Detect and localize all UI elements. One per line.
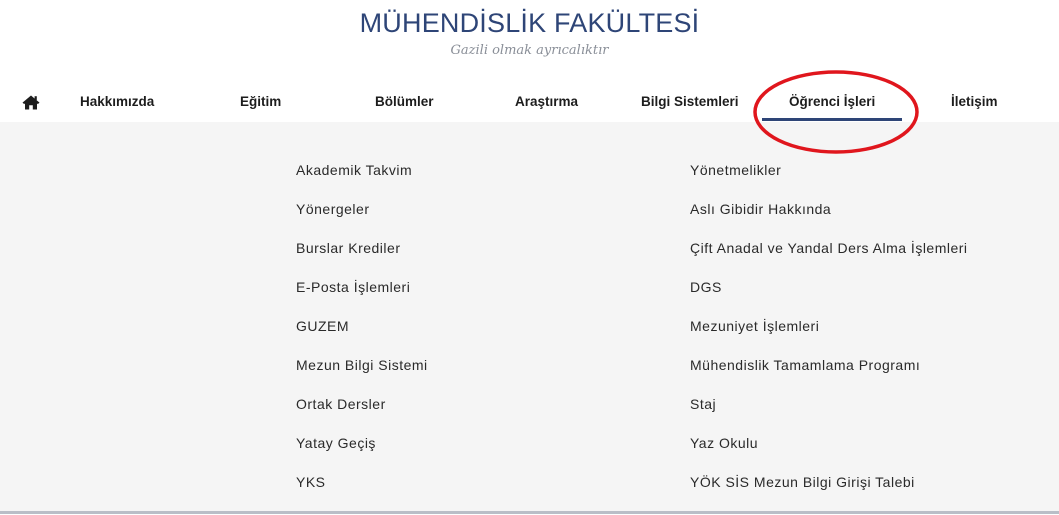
- main-navbar: Hakkımızda Eğitim Bölümler Araştırma Bil…: [0, 82, 1059, 122]
- menu-item-staj[interactable]: Staj: [690, 395, 716, 413]
- nav-item-bilgi-sistemleri[interactable]: Bilgi Sistemleri: [641, 82, 739, 122]
- menu-item-yks[interactable]: YKS: [296, 473, 326, 491]
- menu-item-mezun-bilgi-sistemi[interactable]: Mezun Bilgi Sistemi: [296, 356, 428, 374]
- menu-item-yaz-okulu[interactable]: Yaz Okulu: [690, 434, 758, 452]
- menu-item-guzem[interactable]: GUZEM: [296, 317, 349, 335]
- menu-item-muhendislik-tamamlama[interactable]: Mühendislik Tamamlama Programı: [690, 356, 920, 374]
- home-icon[interactable]: [22, 95, 40, 110]
- site-slogan: Gazili olmak ayrıcalıktır: [450, 43, 609, 58]
- nav-item-bolumler[interactable]: Bölümler: [375, 82, 434, 122]
- menu-item-mezuniyet-islemleri[interactable]: Mezuniyet İşlemleri: [690, 317, 819, 335]
- menu-item-dgs[interactable]: DGS: [690, 278, 722, 296]
- nav-item-arastirma[interactable]: Araştırma: [515, 82, 578, 122]
- menu-item-e-posta-islemleri[interactable]: E-Posta İşlemleri: [296, 278, 410, 296]
- site-title[interactable]: MÜHENDİSLİK FAKÜLTESİ: [0, 5, 1059, 41]
- menu-item-asli-gibidir-hakkinda[interactable]: Aslı Gibidir Hakkında: [690, 200, 831, 218]
- active-tab-underline: [762, 118, 902, 121]
- menu-item-yonetmelikler[interactable]: Yönetmelikler: [690, 161, 781, 179]
- menu-item-akademik-takvim[interactable]: Akademik Takvim: [296, 161, 412, 179]
- menu-item-yonergeler[interactable]: Yönergeler: [296, 200, 370, 218]
- nav-item-iletisim[interactable]: İletişim: [951, 82, 998, 122]
- page: MÜHENDİSLİK FAKÜLTESİ Gazili olmak ayrıc…: [0, 0, 1059, 515]
- menu-item-cift-anadal-yandal[interactable]: Çift Anadal ve Yandal Ders Alma İşlemler…: [690, 239, 968, 257]
- menu-item-ortak-dersler[interactable]: Ortak Dersler: [296, 395, 386, 413]
- menu-item-yok-sis-mezun[interactable]: YÖK SİS Mezun Bilgi Girişi Talebi: [690, 473, 915, 491]
- nav-item-ogrenci-isleri[interactable]: Öğrenci İşleri: [789, 82, 875, 122]
- nav-item-hakkimizda[interactable]: Hakkımızda: [80, 82, 154, 122]
- nav-item-egitim[interactable]: Eğitim: [240, 82, 281, 122]
- ogrenci-isleri-dropdown: Akademik Takvim Yönergeler Burslar Kredi…: [0, 122, 1059, 514]
- menu-item-yatay-gecis[interactable]: Yatay Geçiş: [296, 434, 376, 452]
- site-header: MÜHENDİSLİK FAKÜLTESİ Gazili olmak ayrıc…: [0, 0, 1059, 82]
- menu-item-burslar-krediler[interactable]: Burslar Krediler: [296, 239, 400, 257]
